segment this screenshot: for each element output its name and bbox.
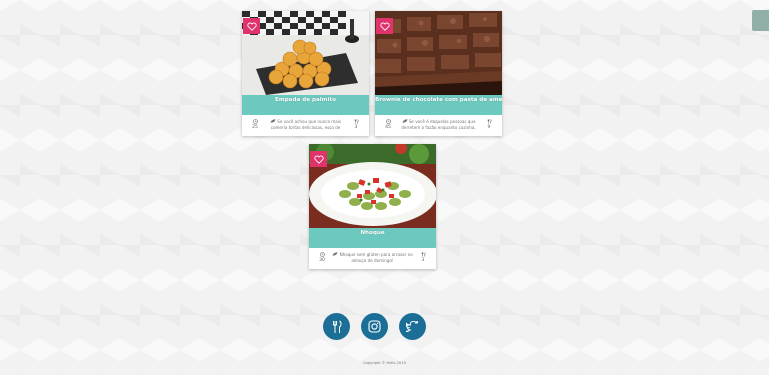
recipe-meta: 25 Se você achou que nunca mais comeria … [242,115,369,136]
instagram-icon [368,320,381,333]
servings-value: 3 [354,125,358,130]
recipe-title[interactable]: Nhoque [309,228,436,236]
prep-time-value: 25 [252,125,258,130]
recipe-title-band: Nhoque [309,228,436,248]
recipe-photo[interactable] [375,11,502,95]
recipe-description: Nhoque sem glúten para arrasar no almoço… [331,252,414,265]
recipe-title-band: Empada de palmito [242,95,369,115]
cutlery-icon [354,119,359,124]
foodie-icon [332,320,341,333]
leaf-icon [270,119,276,123]
recipe-photo[interactable] [242,11,369,95]
cutlery-icon [421,252,426,257]
recipe-description: Se você é daquelas pessoas que derretem … [401,119,476,132]
clock-icon [252,119,258,124]
recipe-title-band: Brownie de chocolate com pasta de amendo… [375,95,502,115]
recipe-title[interactable]: Brownie de chocolate com pasta de amendo… [375,95,502,103]
clock-icon [319,252,325,257]
foodie-social-button[interactable] [323,313,350,340]
recipe-meta: 45 Se você é daquelas pessoas que derret… [375,115,502,136]
clock-icon [385,119,391,124]
twitter-social-button[interactable] [399,313,426,340]
recipe-card[interactable]: Brownie de chocolate com pasta de amendo… [375,11,502,136]
favorite-heart-icon[interactable] [243,18,260,34]
leaf-icon [402,119,407,123]
servings-value: 9 [487,125,491,130]
twitter-icon [406,321,419,332]
servings: 3 [349,119,363,130]
recipe-title[interactable]: Empada de palmito [242,95,369,103]
cutlery-icon [487,119,492,124]
prep-time: 45 [381,119,395,130]
recipe-card[interactable]: Nhoque 30 Nhoque sem glúten para arrasar… [309,144,436,269]
corner-tab-button[interactable] [752,10,769,31]
servings-value: 3 [421,258,425,263]
recipe-description: Se você achou que nunca mais comeria tor… [270,119,342,132]
recipe-card[interactable]: Empada de palmito 25 Se você achou que n… [242,11,369,136]
prep-time-value: 45 [385,125,391,130]
favorite-heart-icon[interactable] [376,18,393,34]
prep-time: 30 [315,252,329,263]
recipe-photo[interactable] [309,144,436,228]
servings: 3 [416,252,430,263]
copyright-text: Copyright © Hello 2019 [363,361,406,365]
instagram-social-button[interactable] [361,313,388,340]
recipe-meta: 30 Nhoque sem glúten para arrasar no alm… [309,248,436,269]
prep-time: 25 [248,119,262,130]
favorite-heart-icon[interactable] [310,151,327,167]
servings: 9 [482,119,496,130]
leaf-icon [332,252,338,256]
prep-time-value: 30 [319,258,325,263]
